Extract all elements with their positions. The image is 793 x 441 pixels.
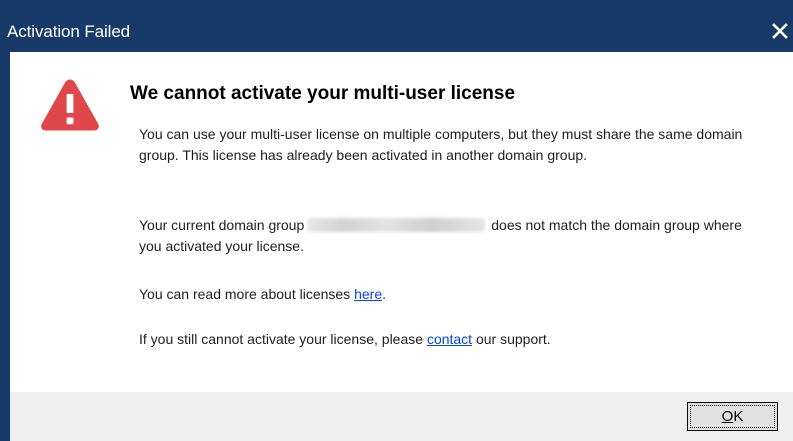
dialog-content: We cannot activate your multi-user licen… bbox=[10, 52, 793, 392]
warning-triangle-icon bbox=[41, 79, 99, 131]
ok-label-rest: K bbox=[733, 408, 744, 425]
support-text-before: If you still cannot activate your licens… bbox=[139, 331, 427, 347]
domain-group-text-before: Your current domain group bbox=[139, 217, 305, 233]
licenses-info-after: . bbox=[382, 286, 386, 302]
domain-group-text: Your current domain group does not match … bbox=[139, 215, 759, 257]
close-button[interactable] bbox=[767, 16, 793, 46]
ok-button-label: OK bbox=[690, 405, 775, 428]
ok-button[interactable]: OK bbox=[687, 402, 778, 431]
title-bar: Activation Failed bbox=[0, 0, 793, 52]
licenses-info-text: You can read more about licenses here. bbox=[139, 284, 759, 305]
error-heading: We cannot activate your multi-user licen… bbox=[130, 83, 516, 104]
support-text-after: our support. bbox=[472, 331, 551, 347]
close-icon bbox=[772, 23, 788, 39]
licenses-here-link[interactable]: here bbox=[354, 286, 382, 302]
ok-accelerator: O bbox=[721, 408, 734, 425]
dialog-footer: OK bbox=[10, 392, 793, 441]
window-title: Activation Failed bbox=[7, 22, 131, 41]
support-text: If you still cannot activate your licens… bbox=[139, 329, 759, 350]
redacted-domain-group bbox=[307, 218, 486, 232]
licenses-info-before: You can read more about licenses bbox=[139, 286, 355, 302]
contact-support-link[interactable]: contact bbox=[427, 331, 472, 347]
activation-failed-dialog: Activation Failed We cannot activate you… bbox=[0, 0, 793, 441]
explanation-text: You can use your multi-user license on m… bbox=[139, 126, 743, 163]
